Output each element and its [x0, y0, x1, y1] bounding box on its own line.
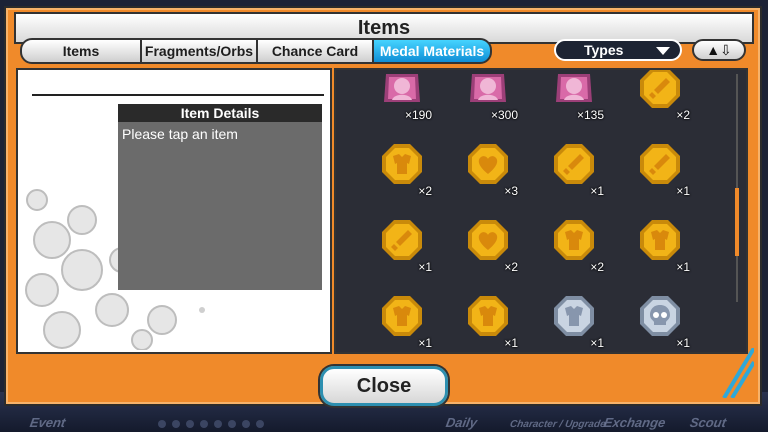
item-quantity: ×1 [590, 336, 604, 350]
medal-item[interactable]: ×1 [374, 214, 434, 274]
armor-icon [382, 296, 422, 336]
medal-item[interactable]: ×3 [460, 138, 520, 198]
bg-nav-scout: Scout [688, 415, 728, 430]
item-quantity: ×1 [418, 260, 432, 274]
sword-icon [382, 220, 422, 260]
item-quantity: ×2 [590, 260, 604, 274]
item-quantity: ×300 [490, 108, 518, 122]
sword-icon [640, 144, 680, 184]
medal-item[interactable]: ×1 [632, 290, 692, 350]
medal-item[interactable]: ×1 [374, 290, 434, 350]
bg-nav-character-upgrade: Character / Upgrade [509, 419, 607, 430]
item-details-box: Item Details Please tap an item [118, 104, 322, 290]
skull-icon [640, 296, 680, 336]
armor-icon [468, 296, 508, 336]
medal-item[interactable]: ×1 [546, 138, 606, 198]
item-quantity: ×2 [676, 108, 690, 122]
item-details-heading: Item Details [118, 104, 322, 122]
accent-stripes-decoration [722, 348, 754, 398]
medal-item[interactable]: ×1 [460, 290, 520, 350]
character-medal-icon [470, 74, 506, 102]
tab-fragments-orbs[interactable]: Fragments/Orbs [140, 38, 258, 64]
armor-icon [382, 144, 422, 184]
item-quantity: ×3 [504, 184, 518, 198]
sort-up-down-icon: ▲⇩ [706, 42, 732, 58]
character-medal-icon [384, 74, 420, 102]
character-medal-icon [556, 74, 592, 102]
armor-icon [554, 220, 594, 260]
bg-nav-daily: Daily [444, 415, 479, 430]
scrollbar-thumb[interactable] [735, 188, 739, 256]
item-quantity: ×1 [676, 260, 690, 274]
item-quantity: ×1 [676, 184, 690, 198]
chevron-down-icon [656, 47, 670, 55]
heart-icon [468, 220, 508, 260]
types-filter-dropdown[interactable]: Types [554, 39, 682, 61]
medal-item[interactable]: ×2 [460, 214, 520, 274]
bg-nav-event: Event [28, 415, 67, 430]
item-details-placeholder: Please tap an item [122, 126, 238, 142]
page-indicator [158, 420, 264, 428]
sort-button[interactable]: ▲⇩ [692, 39, 746, 61]
medal-item[interactable]: ×190 [374, 70, 434, 122]
item-quantity: ×1 [418, 336, 432, 350]
item-quantity: ×1 [504, 336, 518, 350]
sword-icon [554, 144, 594, 184]
medal-item[interactable]: ×1 [632, 214, 692, 274]
armor-icon [640, 220, 680, 260]
item-quantity: ×1 [590, 184, 604, 198]
medal-item[interactable]: ×135 [546, 70, 606, 122]
heart-icon [468, 144, 508, 184]
medal-item[interactable]: ×1 [632, 138, 692, 198]
armor-icon [554, 296, 594, 336]
tab-chance-card[interactable]: Chance Card [256, 38, 374, 64]
medal-item[interactable]: ×300 [460, 70, 520, 122]
close-button[interactable]: Close [320, 366, 448, 406]
medal-item[interactable]: ×2 [632, 70, 692, 122]
tab-medal-materials[interactable]: Medal Materials [372, 38, 492, 64]
medal-item[interactable]: ×1 [546, 290, 606, 350]
tab-items[interactable]: Items [20, 38, 142, 64]
item-quantity: ×135 [576, 108, 604, 122]
medal-item[interactable]: ×2 [546, 214, 606, 274]
divider [32, 94, 324, 96]
item-quantity: ×2 [504, 260, 518, 274]
item-quantity: ×190 [404, 108, 432, 122]
item-details-panel: Item Details Please tap an item [16, 68, 332, 354]
item-quantity: ×1 [676, 336, 690, 350]
medal-item[interactable]: ×2 [374, 138, 434, 198]
medal-materials-grid[interactable]: ×190 ×300 ×135 ×2 ×2 ×3 ×1 ×1 ×1 ×2 ×2 ×1 ×1 ×1 ×1 ×1 [334, 68, 748, 354]
bg-nav-exchange: Exchange [602, 415, 667, 430]
tab-bar: Items Fragments/Orbs Chance Card Medal M… [20, 38, 492, 64]
item-quantity: ×2 [418, 184, 432, 198]
sword-icon [640, 70, 680, 108]
types-label: Types [584, 42, 624, 58]
